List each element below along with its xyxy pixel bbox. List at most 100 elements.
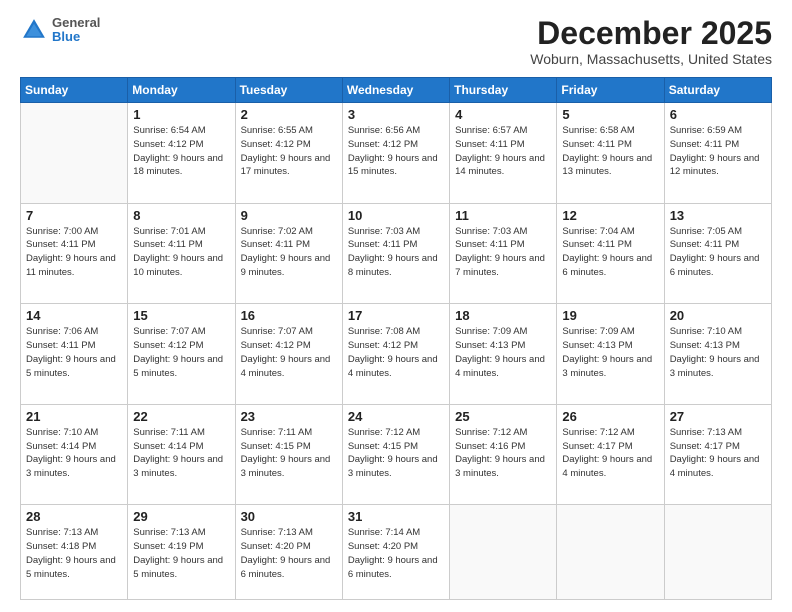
calendar-cell: 19 Sunrise: 7:09 AM Sunset: 4:13 PM Dayli… — [557, 304, 664, 405]
calendar-cell: 25Sunrise: 7:12 AM Sunset: 4:16 PM Dayli… — [450, 404, 557, 505]
location: Woburn, Massachusetts, United States — [530, 51, 772, 67]
day-number: 12 — [562, 208, 658, 223]
day-info: Sunrise: 7:06 AM Sunset: 4:11 PM Dayligh… — [26, 325, 122, 380]
day-info: Sunrise: 7:07 AM Sunset: 4:12 PM Dayligh… — [133, 325, 229, 380]
calendar-week-row: 14 Sunrise: 7:06 AM Sunset: 4:11 PM Dayli… — [21, 304, 772, 405]
calendar-cell — [450, 505, 557, 600]
day-number: 28 — [26, 509, 122, 524]
calendar-cell — [664, 505, 771, 600]
calendar-header-row: SundayMondayTuesdayWednesdayThursdayFrid… — [21, 78, 772, 103]
calendar-cell: 16Sunrise: 7:07 AM Sunset: 4:12 PM Dayli… — [235, 304, 342, 405]
day-number: 13 — [670, 208, 766, 223]
calendar-cell: 4 Sunrise: 6:57 AM Sunset: 4:11 PM Daylig… — [450, 103, 557, 204]
day-info: Sunrise: 7:10 AM Sunset: 4:14 PM Dayligh… — [26, 426, 122, 481]
day-info: Sunrise: 7:05 AM Sunset: 4:11 PM Dayligh… — [670, 225, 766, 280]
day-info: Sunrise: 7:09 AM Sunset: 4:13 PM Dayligh… — [562, 325, 658, 380]
calendar-week-row: 28 Sunrise: 7:13 AM Sunset: 4:18 PM Dayli… — [21, 505, 772, 600]
calendar-cell: 28 Sunrise: 7:13 AM Sunset: 4:18 PM Dayli… — [21, 505, 128, 600]
day-number: 31 — [348, 509, 444, 524]
day-number: 26 — [562, 409, 658, 424]
day-info: Sunrise: 7:08 AM Sunset: 4:12 PM Dayligh… — [348, 325, 444, 380]
calendar-cell — [557, 505, 664, 600]
header: General Blue December 2025 Woburn, Massa… — [20, 16, 772, 67]
day-info: Sunrise: 6:55 AM Sunset: 4:12 PM Dayligh… — [241, 124, 337, 179]
day-number: 27 — [670, 409, 766, 424]
calendar-cell — [21, 103, 128, 204]
logo-blue: Blue — [52, 30, 100, 44]
calendar-day-header: Tuesday — [235, 78, 342, 103]
title-block: December 2025 Woburn, Massachusetts, Uni… — [530, 16, 772, 67]
day-number: 6 — [670, 107, 766, 122]
day-number: 18 — [455, 308, 551, 323]
logo-text: General Blue — [52, 16, 100, 45]
day-info: Sunrise: 7:11 AM Sunset: 4:14 PM Dayligh… — [133, 426, 229, 481]
day-info: Sunrise: 7:12 AM Sunset: 4:15 PM Dayligh… — [348, 426, 444, 481]
day-info: Sunrise: 7:12 AM Sunset: 4:17 PM Dayligh… — [562, 426, 658, 481]
day-info: Sunrise: 6:57 AM Sunset: 4:11 PM Dayligh… — [455, 124, 551, 179]
day-info: Sunrise: 7:14 AM Sunset: 4:20 PM Dayligh… — [348, 526, 444, 581]
calendar-cell: 2 Sunrise: 6:55 AM Sunset: 4:12 PM Daylig… — [235, 103, 342, 204]
calendar-cell: 21 Sunrise: 7:10 AM Sunset: 4:14 PM Dayli… — [21, 404, 128, 505]
calendar-week-row: 7 Sunrise: 7:00 AM Sunset: 4:11 PM Daylig… — [21, 203, 772, 304]
day-info: Sunrise: 7:12 AM Sunset: 4:16 PM Dayligh… — [455, 426, 551, 481]
day-number: 3 — [348, 107, 444, 122]
calendar-cell: 13 Sunrise: 7:05 AM Sunset: 4:11 PM Dayli… — [664, 203, 771, 304]
day-info: Sunrise: 7:02 AM Sunset: 4:11 PM Dayligh… — [241, 225, 337, 280]
calendar-cell: 18 Sunrise: 7:09 AM Sunset: 4:13 PM Dayli… — [450, 304, 557, 405]
calendar-day-header: Wednesday — [342, 78, 449, 103]
logo-icon — [20, 16, 48, 44]
calendar-cell: 24 Sunrise: 7:12 AM Sunset: 4:15 PM Dayli… — [342, 404, 449, 505]
calendar-cell: 7 Sunrise: 7:00 AM Sunset: 4:11 PM Daylig… — [21, 203, 128, 304]
day-number: 9 — [241, 208, 337, 223]
day-number: 17 — [348, 308, 444, 323]
day-number: 7 — [26, 208, 122, 223]
day-info: Sunrise: 7:13 AM Sunset: 4:20 PM Dayligh… — [241, 526, 337, 581]
calendar-cell: 31 Sunrise: 7:14 AM Sunset: 4:20 PM Dayli… — [342, 505, 449, 600]
day-number: 22 — [133, 409, 229, 424]
day-info: Sunrise: 6:58 AM Sunset: 4:11 PM Dayligh… — [562, 124, 658, 179]
day-info: Sunrise: 7:13 AM Sunset: 4:19 PM Dayligh… — [133, 526, 229, 581]
calendar-cell: 12Sunrise: 7:04 AM Sunset: 4:11 PM Dayli… — [557, 203, 664, 304]
day-number: 16 — [241, 308, 337, 323]
calendar-week-row: 21 Sunrise: 7:10 AM Sunset: 4:14 PM Dayli… — [21, 404, 772, 505]
day-number: 14 — [26, 308, 122, 323]
day-number: 5 — [562, 107, 658, 122]
day-info: Sunrise: 7:11 AM Sunset: 4:15 PM Dayligh… — [241, 426, 337, 481]
calendar-cell: 15 Sunrise: 7:07 AM Sunset: 4:12 PM Dayli… — [128, 304, 235, 405]
day-number: 10 — [348, 208, 444, 223]
calendar-cell: 3 Sunrise: 6:56 AM Sunset: 4:12 PM Daylig… — [342, 103, 449, 204]
day-info: Sunrise: 7:03 AM Sunset: 4:11 PM Dayligh… — [348, 225, 444, 280]
day-info: Sunrise: 7:13 AM Sunset: 4:18 PM Dayligh… — [26, 526, 122, 581]
calendar-cell: 27Sunrise: 7:13 AM Sunset: 4:17 PM Dayli… — [664, 404, 771, 505]
day-info: Sunrise: 7:01 AM Sunset: 4:11 PM Dayligh… — [133, 225, 229, 280]
day-number: 2 — [241, 107, 337, 122]
calendar-cell: 10 Sunrise: 7:03 AM Sunset: 4:11 PM Dayli… — [342, 203, 449, 304]
calendar-cell: 29Sunrise: 7:13 AM Sunset: 4:19 PM Dayli… — [128, 505, 235, 600]
calendar-day-header: Friday — [557, 78, 664, 103]
calendar-table: SundayMondayTuesdayWednesdayThursdayFrid… — [20, 77, 772, 600]
calendar-cell: 1Sunrise: 6:54 AM Sunset: 4:12 PM Daylig… — [128, 103, 235, 204]
calendar-cell: 20Sunrise: 7:10 AM Sunset: 4:13 PM Dayli… — [664, 304, 771, 405]
day-number: 11 — [455, 208, 551, 223]
day-number: 4 — [455, 107, 551, 122]
day-number: 21 — [26, 409, 122, 424]
day-info: Sunrise: 7:09 AM Sunset: 4:13 PM Dayligh… — [455, 325, 551, 380]
day-number: 19 — [562, 308, 658, 323]
calendar-cell: 26 Sunrise: 7:12 AM Sunset: 4:17 PM Dayli… — [557, 404, 664, 505]
month-title: December 2025 — [530, 16, 772, 51]
day-number: 30 — [241, 509, 337, 524]
calendar-day-header: Saturday — [664, 78, 771, 103]
page: General Blue December 2025 Woburn, Massa… — [0, 0, 792, 612]
day-number: 15 — [133, 308, 229, 323]
calendar-cell: 6 Sunrise: 6:59 AM Sunset: 4:11 PM Daylig… — [664, 103, 771, 204]
day-info: Sunrise: 6:56 AM Sunset: 4:12 PM Dayligh… — [348, 124, 444, 179]
day-info: Sunrise: 7:10 AM Sunset: 4:13 PM Dayligh… — [670, 325, 766, 380]
day-info: Sunrise: 6:59 AM Sunset: 4:11 PM Dayligh… — [670, 124, 766, 179]
day-number: 24 — [348, 409, 444, 424]
logo-general: General — [52, 16, 100, 30]
calendar-cell: 11 Sunrise: 7:03 AM Sunset: 4:11 PM Dayli… — [450, 203, 557, 304]
day-info: Sunrise: 7:03 AM Sunset: 4:11 PM Dayligh… — [455, 225, 551, 280]
day-info: Sunrise: 7:00 AM Sunset: 4:11 PM Dayligh… — [26, 225, 122, 280]
calendar-cell: 8Sunrise: 7:01 AM Sunset: 4:11 PM Daylig… — [128, 203, 235, 304]
calendar-week-row: 1Sunrise: 6:54 AM Sunset: 4:12 PM Daylig… — [21, 103, 772, 204]
